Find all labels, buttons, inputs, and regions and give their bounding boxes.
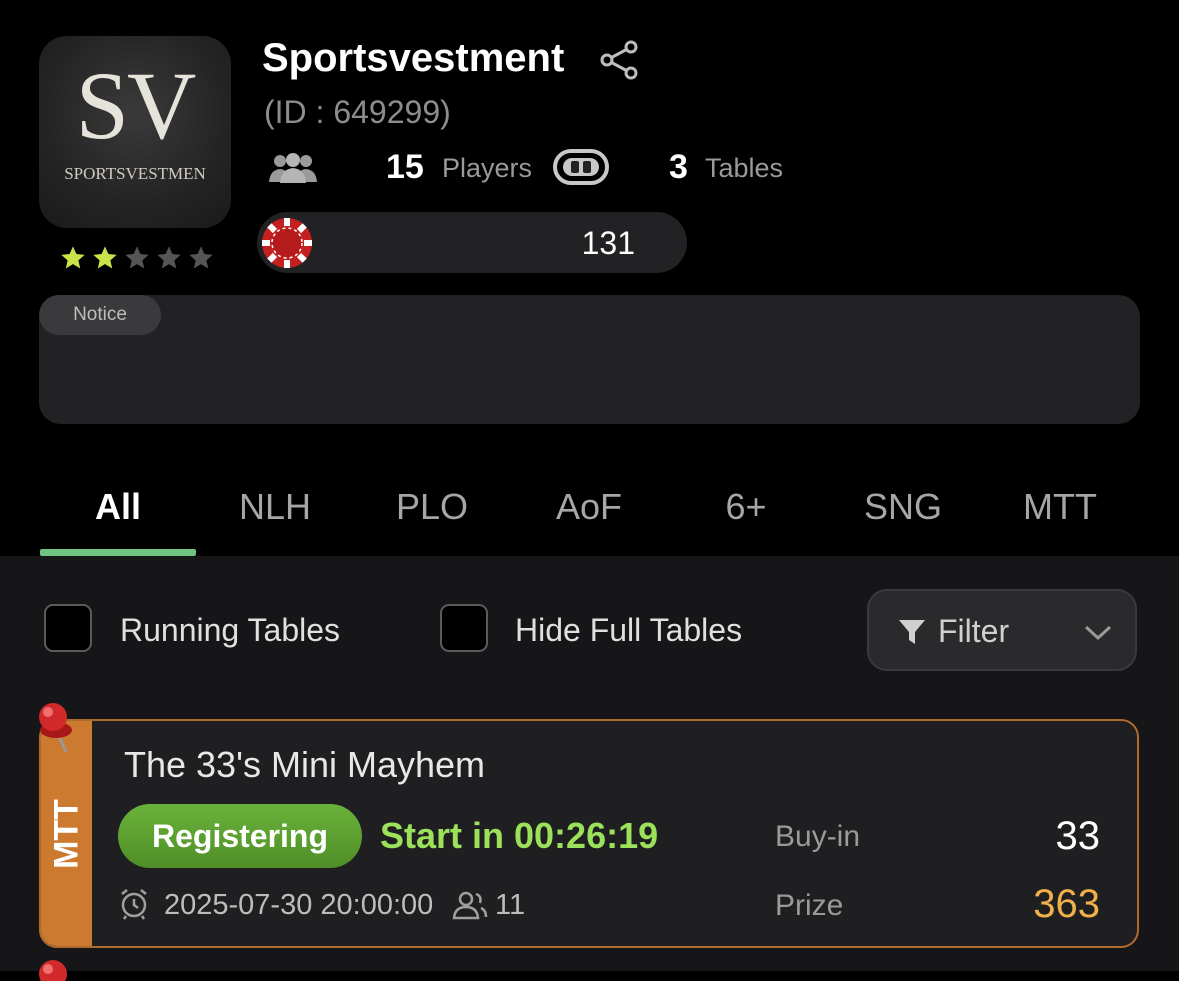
notice-tag: Notice	[39, 295, 161, 335]
star-empty-icon	[157, 246, 181, 269]
star-empty-icon	[189, 246, 213, 269]
tab-plo[interactable]: PLO	[354, 486, 510, 528]
tab-mtt[interactable]: MTT	[982, 486, 1138, 528]
players-icon	[269, 153, 317, 183]
pushpin-icon	[39, 960, 67, 981]
tab-6plus[interactable]: 6+	[668, 486, 824, 528]
chip-balance-value: 131	[581, 225, 635, 261]
share-icon[interactable]	[598, 38, 642, 82]
players-label: Players	[442, 153, 533, 183]
filter-dropdown[interactable]: Filter	[867, 589, 1137, 671]
club-logo-monogram: SV	[75, 52, 197, 159]
hide-full-tables-label[interactable]: Hide Full Tables	[515, 612, 742, 649]
game-type-tabs: All NLH PLO AoF 6+ SNG MTT	[40, 474, 1140, 556]
tournament-type-label: MTT	[47, 798, 85, 869]
club-rating	[58, 244, 216, 272]
tab-aof[interactable]: AoF	[511, 486, 667, 528]
star-filled-icon	[61, 246, 85, 269]
tab-sng[interactable]: SNG	[825, 486, 981, 528]
hide-full-tables-checkbox[interactable]	[440, 604, 488, 652]
running-tables-label[interactable]: Running Tables	[120, 612, 340, 649]
star-empty-icon	[125, 246, 149, 269]
club-logo: SV SPORTSVESTMEN	[39, 36, 231, 228]
start-datetime: 2025-07-30 20:00:00	[164, 889, 434, 921]
active-tab-underline	[40, 549, 196, 556]
prize-value: 363	[1033, 882, 1100, 926]
entrants-icon	[452, 891, 488, 920]
chip-balance-bar: 131	[257, 212, 687, 273]
club-id: (ID : 649299)	[264, 94, 451, 130]
buyin-label: Buy-in	[775, 820, 861, 853]
funnel-icon	[899, 620, 925, 644]
tab-nlh[interactable]: NLH	[197, 486, 353, 528]
tournament-name: The 33's Mini Mayhem	[124, 744, 486, 785]
club-name: Sportsvestment	[262, 36, 565, 80]
registering-status-badge[interactable]: Registering	[118, 804, 362, 868]
poker-table-icon	[553, 149, 609, 185]
filter-label: Filter	[938, 613, 1010, 649]
star-filled-icon	[93, 246, 117, 269]
club-logo-subtext: SPORTSVESTMEN	[64, 164, 206, 183]
buyin-value: 33	[1055, 814, 1101, 858]
chevron-down-icon	[1084, 625, 1112, 641]
tables-count: 3	[669, 148, 688, 186]
notice-tag-label: Notice	[73, 304, 127, 325]
tournament-type-strip: MTT	[41, 721, 92, 946]
alarm-clock-icon	[121, 889, 147, 920]
tables-label: Tables	[705, 153, 784, 183]
pushpin-icon	[39, 703, 72, 753]
notice-panel: Notice	[39, 295, 1140, 424]
players-count: 15	[386, 148, 424, 186]
tab-all[interactable]: All	[40, 486, 196, 528]
status-label: Registering	[151, 818, 329, 854]
prize-label: Prize	[775, 889, 844, 922]
start-countdown: Start in 00:26:19	[380, 815, 659, 856]
running-tables-checkbox[interactable]	[44, 604, 92, 652]
entrants-count: 11	[495, 889, 526, 921]
